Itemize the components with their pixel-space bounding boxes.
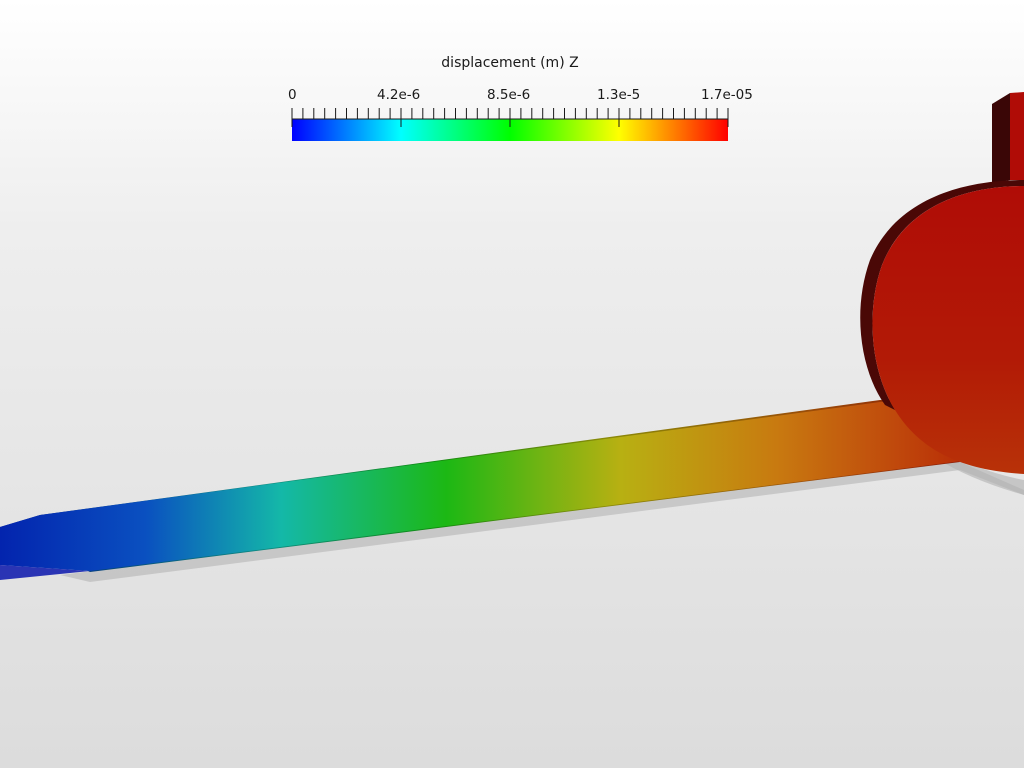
render-viewport[interactable]: displacement (m) Z 0 4.2e-6 8.5e-6 1.3e-… [0, 0, 1024, 768]
colorbar-legend: displacement (m) Z 0 4.2e-6 8.5e-6 1.3e-… [0, 0, 1024, 160]
colorbar-bar [291, 108, 729, 141]
